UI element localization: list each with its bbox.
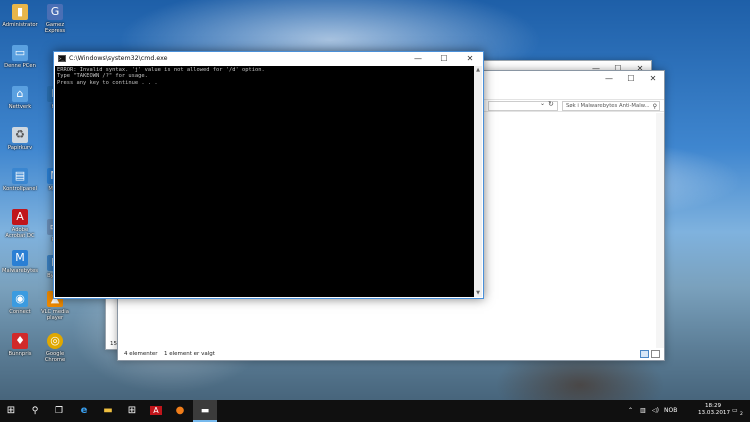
close-button[interactable]: ✕: [642, 71, 664, 87]
scroll-up-icon[interactable]: ▲: [474, 66, 482, 74]
desktop-icon-control-panel[interactable]: ▤ Kontrollpanel: [1, 168, 39, 192]
minimize-button[interactable]: —: [598, 71, 620, 87]
minimize-button[interactable]: —: [405, 52, 431, 66]
search-button[interactable]: ⚲: [24, 400, 46, 422]
cmd-icon: ▬: [200, 406, 210, 416]
chrome-icon: ◎: [47, 333, 63, 349]
close-button[interactable]: ✕: [457, 52, 483, 66]
connect-icon: ◉: [12, 291, 28, 307]
chevron-down-icon[interactable]: ⌄: [540, 100, 545, 107]
malwarebytes-icon: M: [12, 250, 28, 266]
desktop-icon-recycle-bin[interactable]: ♻ Papirkurv: [1, 127, 39, 151]
windows-logo-icon: ⊞: [6, 405, 16, 416]
maximize-button[interactable]: ☐: [620, 71, 642, 87]
folder-user-icon: ▮: [12, 4, 28, 20]
store-icon: ⊞: [127, 405, 137, 416]
acrobat-icon: A: [12, 209, 28, 225]
details-view-icon[interactable]: [640, 350, 649, 358]
recycle-bin-icon: ♻: [12, 127, 28, 143]
control-panel-icon: ▤: [12, 168, 28, 184]
refresh-icon[interactable]: ↻: [548, 100, 554, 108]
taskbar-edge[interactable]: e: [73, 400, 95, 422]
maximize-button[interactable]: ☐: [431, 52, 457, 66]
desktop-icon-gamez-express[interactable]: G Gamez Express: [36, 4, 74, 34]
bunnpris-icon: ♦: [12, 333, 28, 349]
scrollbar[interactable]: [656, 113, 664, 348]
task-view-button[interactable]: ❐: [48, 400, 70, 422]
taskbar: ⊞ ⚲ ❐ e ▬ ⊞ A ● ▬ ⌃ ▥ ◁) NOB 18:29 13.03…: [0, 400, 750, 422]
edge-icon: e: [80, 405, 88, 416]
scroll-down-icon[interactable]: ▼: [474, 289, 482, 297]
console-output[interactable]: ERROR: Invalid syntax. 'j' value is not …: [55, 66, 474, 297]
view-toggle: [640, 350, 660, 358]
notification-count: 2: [740, 412, 743, 417]
gamez-icon: G: [47, 4, 63, 20]
search-icon: ⚲: [31, 406, 39, 416]
search-input[interactable]: Søk i Malwarebytes Anti-Malw... ⚲: [562, 101, 660, 111]
task-view-icon: ❐: [54, 406, 64, 416]
acrobat-icon: A: [150, 406, 162, 415]
notification-icon[interactable]: ▭: [732, 400, 738, 422]
start-button[interactable]: ⊞: [0, 400, 22, 422]
desktop-icon-adobe-acrobat[interactable]: A Adobe Acrobat DC: [1, 209, 39, 239]
firefox-icon: ●: [175, 405, 185, 416]
scrollbar[interactable]: ▲ ▼: [474, 66, 482, 297]
chevron-up-icon[interactable]: ⌃: [628, 400, 633, 422]
desktop-icon-malwarebytes[interactable]: M Malwarebytes: [1, 250, 39, 274]
computer-icon: ▭: [12, 45, 28, 61]
search-icon: ⚲: [652, 103, 657, 110]
taskbar-file-explorer[interactable]: ▬: [97, 400, 119, 422]
clock[interactable]: 18:29 13.03.2017: [698, 403, 731, 417]
status-item-count: 4 elementer: [124, 351, 158, 357]
network-icon: ⌂: [12, 86, 28, 102]
volume-icon[interactable]: ◁): [652, 400, 659, 422]
cmd-window[interactable]: >_ C:\Windows\system32\cmd.exe — ☐ ✕ ERR…: [53, 51, 484, 299]
network-icon[interactable]: ▥: [640, 400, 646, 422]
clock-date: 13.03.2017: [698, 410, 731, 416]
desktop-icon-connect[interactable]: ◉ Connect: [1, 291, 39, 315]
taskbar-store[interactable]: ⊞: [121, 400, 143, 422]
cmd-icon: >_: [58, 55, 66, 62]
desktop-icon-google-chrome[interactable]: ◎ Google Chrome: [36, 333, 74, 363]
language-indicator[interactable]: NOB: [664, 400, 677, 422]
console-line: Press any key to continue . . .: [57, 79, 158, 86]
window-controls: — ☐ ✕: [598, 71, 664, 87]
large-icons-view-icon[interactable]: [651, 350, 660, 358]
taskbar-firefox[interactable]: ●: [169, 400, 191, 422]
folder-icon: ▬: [103, 405, 113, 416]
desktop-icon-administrator[interactable]: ▮ Administrator: [1, 4, 39, 28]
cmd-title: C:\Windows\system32\cmd.exe: [69, 55, 168, 62]
system-tray: ⌃ ▥ ◁) NOB 18:29 13.03.2017 ▭ 2: [620, 400, 750, 422]
taskbar-acrobat[interactable]: A: [145, 400, 167, 422]
desktop-icon-network[interactable]: ⌂ Nettverk: [1, 86, 39, 110]
status-bar: 4 elementer 1 element er valgt: [118, 348, 664, 360]
status-selected: 1 element er valgt: [164, 351, 215, 357]
window-controls: — ☐ ✕: [405, 52, 483, 66]
cmd-titlebar[interactable]: >_ C:\Windows\system32\cmd.exe — ☐ ✕: [54, 52, 483, 66]
desktop-icon-this-pc[interactable]: ▭ Denne PCen: [1, 45, 39, 69]
explorer-back-fragment: 15: [110, 341, 117, 347]
desktop-icon-bunnpris[interactable]: ♦ Bunnpris: [1, 333, 39, 357]
clock-time: 18:29: [704, 403, 722, 409]
taskbar-cmd[interactable]: ▬: [193, 400, 217, 422]
search-placeholder: Søk i Malwarebytes Anti-Malw...: [566, 103, 650, 109]
